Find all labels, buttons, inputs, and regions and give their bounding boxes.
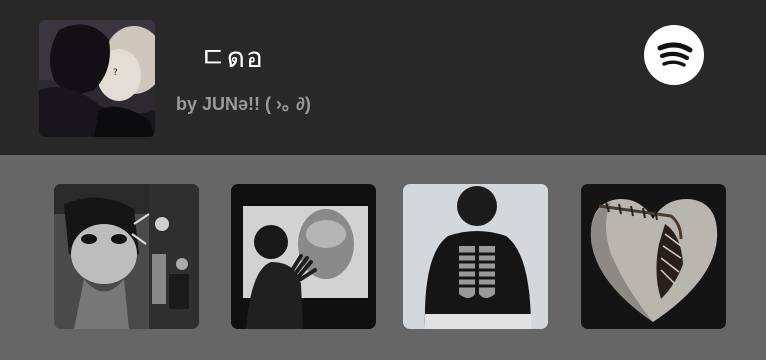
thumbnail-stitched-heart[interactable] (581, 184, 726, 329)
thumbnail-collage-face[interactable] (54, 184, 199, 329)
thumbnail-ribcage-shirt[interactable] (403, 184, 548, 329)
svg-text:?: ? (113, 68, 118, 78)
thumbnail-silhouette-screen[interactable] (231, 184, 376, 329)
playlist-cover-art[interactable]: ? (39, 20, 155, 137)
playlist-header: ? ㄷดอ by JUNə!! ( ›｡ ∂) (0, 0, 766, 155)
playlist-owner-byline[interactable]: by JUNə!! ( ›｡ ∂) (176, 90, 311, 116)
playlist-title: ㄷดอ (200, 41, 264, 74)
spotify-logo-icon[interactable] (644, 25, 704, 85)
